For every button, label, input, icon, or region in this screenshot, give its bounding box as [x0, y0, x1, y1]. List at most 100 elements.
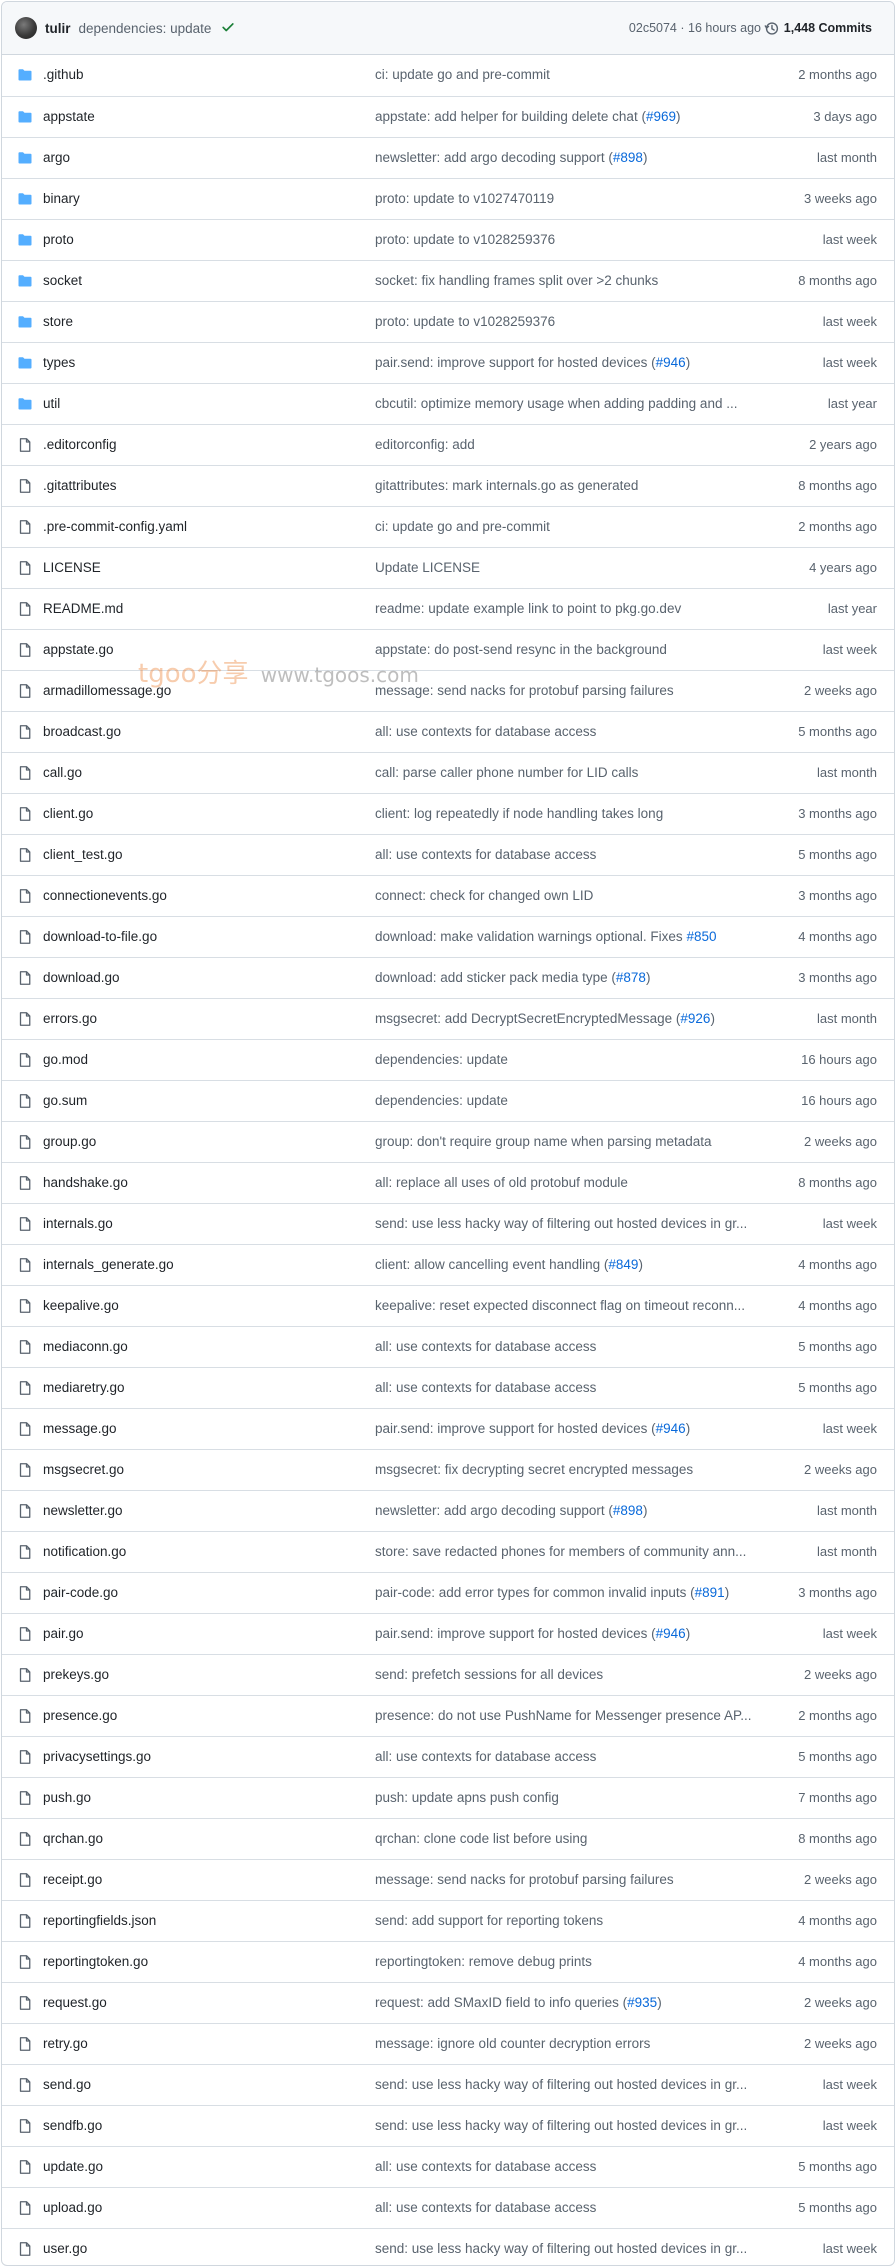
file-row[interactable]: .editorconfig editorconfig: add 2 years ag…: [2, 424, 894, 465]
commit-hash[interactable]: 02c5074: [629, 21, 677, 35]
item-name-link[interactable]: msgsecret.go: [43, 1462, 124, 1478]
item-name-link[interactable]: privacysettings.go: [43, 1749, 151, 1765]
file-row[interactable]: message.go pair.send: improve support for…: [2, 1408, 894, 1449]
item-name-link[interactable]: errors.go: [43, 1011, 97, 1027]
item-name-link[interactable]: .github: [43, 67, 84, 83]
item-name-link[interactable]: internals.go: [43, 1216, 113, 1232]
commit-message-link[interactable]: msgsecret: add DecryptSecretEncryptedMes…: [375, 1011, 759, 1027]
file-row[interactable]: sendfb.go send: use less hacky way of fil…: [2, 2105, 894, 2146]
item-name-link[interactable]: send.go: [43, 2077, 91, 2093]
avatar[interactable]: [15, 17, 37, 39]
item-name-link[interactable]: .pre-commit-config.yaml: [43, 519, 187, 535]
commit-message-link[interactable]: send: use less hacky way of filtering ou…: [375, 2241, 759, 2257]
commit-message-link[interactable]: presence: do not use PushName for Messen…: [375, 1708, 759, 1724]
commit-message-link[interactable]: ci: update go and pre-commit: [375, 67, 759, 83]
item-name-link[interactable]: LICENSE: [43, 560, 101, 576]
directory-row[interactable]: binary proto: update to v1027470119 3 week…: [2, 178, 894, 219]
pull-request-link[interactable]: #935: [627, 1995, 657, 2010]
directory-row[interactable]: argo newsletter: add argo decoding suppor…: [2, 137, 894, 178]
commit-message-link[interactable]: appstate: add helper for building delete…: [375, 109, 759, 125]
item-name-link[interactable]: request.go: [43, 1995, 107, 2011]
item-name-link[interactable]: connectionevents.go: [43, 888, 167, 904]
file-row[interactable]: push.go push: update apns push config 7 mo…: [2, 1777, 894, 1818]
item-name-link[interactable]: call.go: [43, 765, 82, 781]
commit-message-link[interactable]: push: update apns push config: [375, 1790, 759, 1806]
commit-message-link[interactable]: msgsecret: fix decrypting secret encrypt…: [375, 1462, 759, 1478]
file-row[interactable]: privacysettings.go all: use contexts for …: [2, 1736, 894, 1777]
commit-message-link[interactable]: Update LICENSE: [375, 560, 759, 576]
directory-row[interactable]: types pair.send: improve support for host…: [2, 342, 894, 383]
commit-message-link[interactable]: message: send nacks for protobuf parsing…: [375, 683, 759, 699]
file-row[interactable]: download-to-file.go download: make valida…: [2, 916, 894, 957]
item-name-link[interactable]: binary: [43, 191, 80, 207]
file-row[interactable]: internals_generate.go client: allow cance…: [2, 1244, 894, 1285]
item-name-link[interactable]: internals_generate.go: [43, 1257, 174, 1273]
item-name-link[interactable]: README.md: [43, 601, 123, 617]
item-name-link[interactable]: retry.go: [43, 2036, 88, 2052]
commit-message-link[interactable]: editorconfig: add: [375, 437, 759, 453]
file-row[interactable]: reportingtoken.go reportingtoken: remove …: [2, 1941, 894, 1982]
commit-message-link[interactable]: message: ignore old counter decryption e…: [375, 2036, 759, 2052]
file-row[interactable]: download.go download: add sticker pack me…: [2, 957, 894, 998]
pull-request-link[interactable]: #891: [695, 1585, 725, 1600]
commit-message-link[interactable]: send: use less hacky way of filtering ou…: [375, 1216, 759, 1232]
directory-row[interactable]: appstate appstate: add helper for buildin…: [2, 96, 894, 137]
commit-message-link[interactable]: request: add SMaxID field to info querie…: [375, 1995, 759, 2011]
commit-message-link[interactable]: download: add sticker pack media type (#…: [375, 970, 759, 986]
item-name-link[interactable]: reportingfields.json: [43, 1913, 156, 1929]
file-row[interactable]: msgsecret.go msgsecret: fix decrypting se…: [2, 1449, 894, 1490]
file-row[interactable]: pair-code.go pair-code: add error types f…: [2, 1572, 894, 1613]
commit-message-link[interactable]: client: allow cancelling event handling …: [375, 1257, 759, 1273]
file-row[interactable]: retry.go message: ignore old counter decr…: [2, 2023, 894, 2064]
item-name-link[interactable]: notification.go: [43, 1544, 126, 1560]
item-name-link[interactable]: socket: [43, 273, 82, 289]
item-name-link[interactable]: keepalive.go: [43, 1298, 119, 1314]
item-name-link[interactable]: presence.go: [43, 1708, 117, 1724]
file-row[interactable]: notification.go store: save redacted phon…: [2, 1531, 894, 1572]
item-name-link[interactable]: download-to-file.go: [43, 929, 157, 945]
item-name-link[interactable]: upload.go: [43, 2200, 102, 2216]
item-name-link[interactable]: reportingtoken.go: [43, 1954, 148, 1970]
item-name-link[interactable]: store: [43, 314, 73, 330]
item-name-link[interactable]: client_test.go: [43, 847, 123, 863]
item-name-link[interactable]: qrchan.go: [43, 1831, 103, 1847]
item-name-link[interactable]: mediaretry.go: [43, 1380, 125, 1396]
file-row[interactable]: receipt.go message: send nacks for protob…: [2, 1859, 894, 1900]
commit-message-link[interactable]: pair.send: improve support for hosted de…: [375, 1626, 759, 1642]
file-row[interactable]: .gitattributes gitattributes: mark intern…: [2, 465, 894, 506]
pull-request-link[interactable]: #969: [646, 109, 676, 124]
commit-message-link[interactable]: all: use contexts for database access: [375, 847, 759, 863]
file-row[interactable]: reportingfields.json send: add support fo…: [2, 1900, 894, 1941]
file-row[interactable]: request.go request: add SMaxID field to i…: [2, 1982, 894, 2023]
item-name-link[interactable]: util: [43, 396, 60, 412]
item-name-link[interactable]: newsletter.go: [43, 1503, 123, 1519]
item-name-link[interactable]: proto: [43, 232, 74, 248]
item-name-link[interactable]: push.go: [43, 1790, 91, 1806]
commit-message-link[interactable]: proto: update to v1028259376: [375, 314, 759, 330]
file-row[interactable]: newsletter.go newsletter: add argo decodi…: [2, 1490, 894, 1531]
file-row[interactable]: LICENSE Update LICENSE 4 years ago: [2, 547, 894, 588]
commit-message-link[interactable]: newsletter: add argo decoding support (#…: [375, 1503, 759, 1519]
directory-row[interactable]: store proto: update to v1028259376 last we…: [2, 301, 894, 342]
item-name-link[interactable]: download.go: [43, 970, 120, 986]
commit-message-link[interactable]: group: don't require group name when par…: [375, 1134, 759, 1150]
commit-message-link[interactable]: appstate: do post-send resync in the bac…: [375, 642, 759, 658]
directory-row[interactable]: util cbcutil: optimize memory usage when …: [2, 383, 894, 424]
file-row[interactable]: mediaconn.go all: use contexts for databa…: [2, 1326, 894, 1367]
commit-message-link[interactable]: send: add support for reporting tokens: [375, 1913, 759, 1929]
item-name-link[interactable]: mediaconn.go: [43, 1339, 128, 1355]
directory-row[interactable]: .github ci: update go and pre-commit 2 mon…: [2, 55, 894, 96]
commit-message-link[interactable]: send: prefetch sessions for all devices: [375, 1667, 759, 1683]
item-name-link[interactable]: user.go: [43, 2241, 87, 2257]
commit-message-link[interactable]: connect: check for changed own LID: [375, 888, 759, 904]
file-row[interactable]: call.go call: parse caller phone number f…: [2, 752, 894, 793]
commit-message-link[interactable]: send: use less hacky way of filtering ou…: [375, 2077, 759, 2093]
item-name-link[interactable]: .gitattributes: [43, 478, 117, 494]
commit-message-link[interactable]: store: save redacted phones for members …: [375, 1544, 759, 1560]
commit-message-link[interactable]: pair.send: improve support for hosted de…: [375, 1421, 759, 1437]
file-row[interactable]: go.mod dependencies: update 16 hours ago: [2, 1039, 894, 1080]
file-row[interactable]: update.go all: use contexts for database …: [2, 2146, 894, 2187]
pull-request-link[interactable]: #946: [656, 1421, 686, 1436]
item-name-link[interactable]: group.go: [43, 1134, 96, 1150]
file-row[interactable]: qrchan.go qrchan: clone code list before …: [2, 1818, 894, 1859]
